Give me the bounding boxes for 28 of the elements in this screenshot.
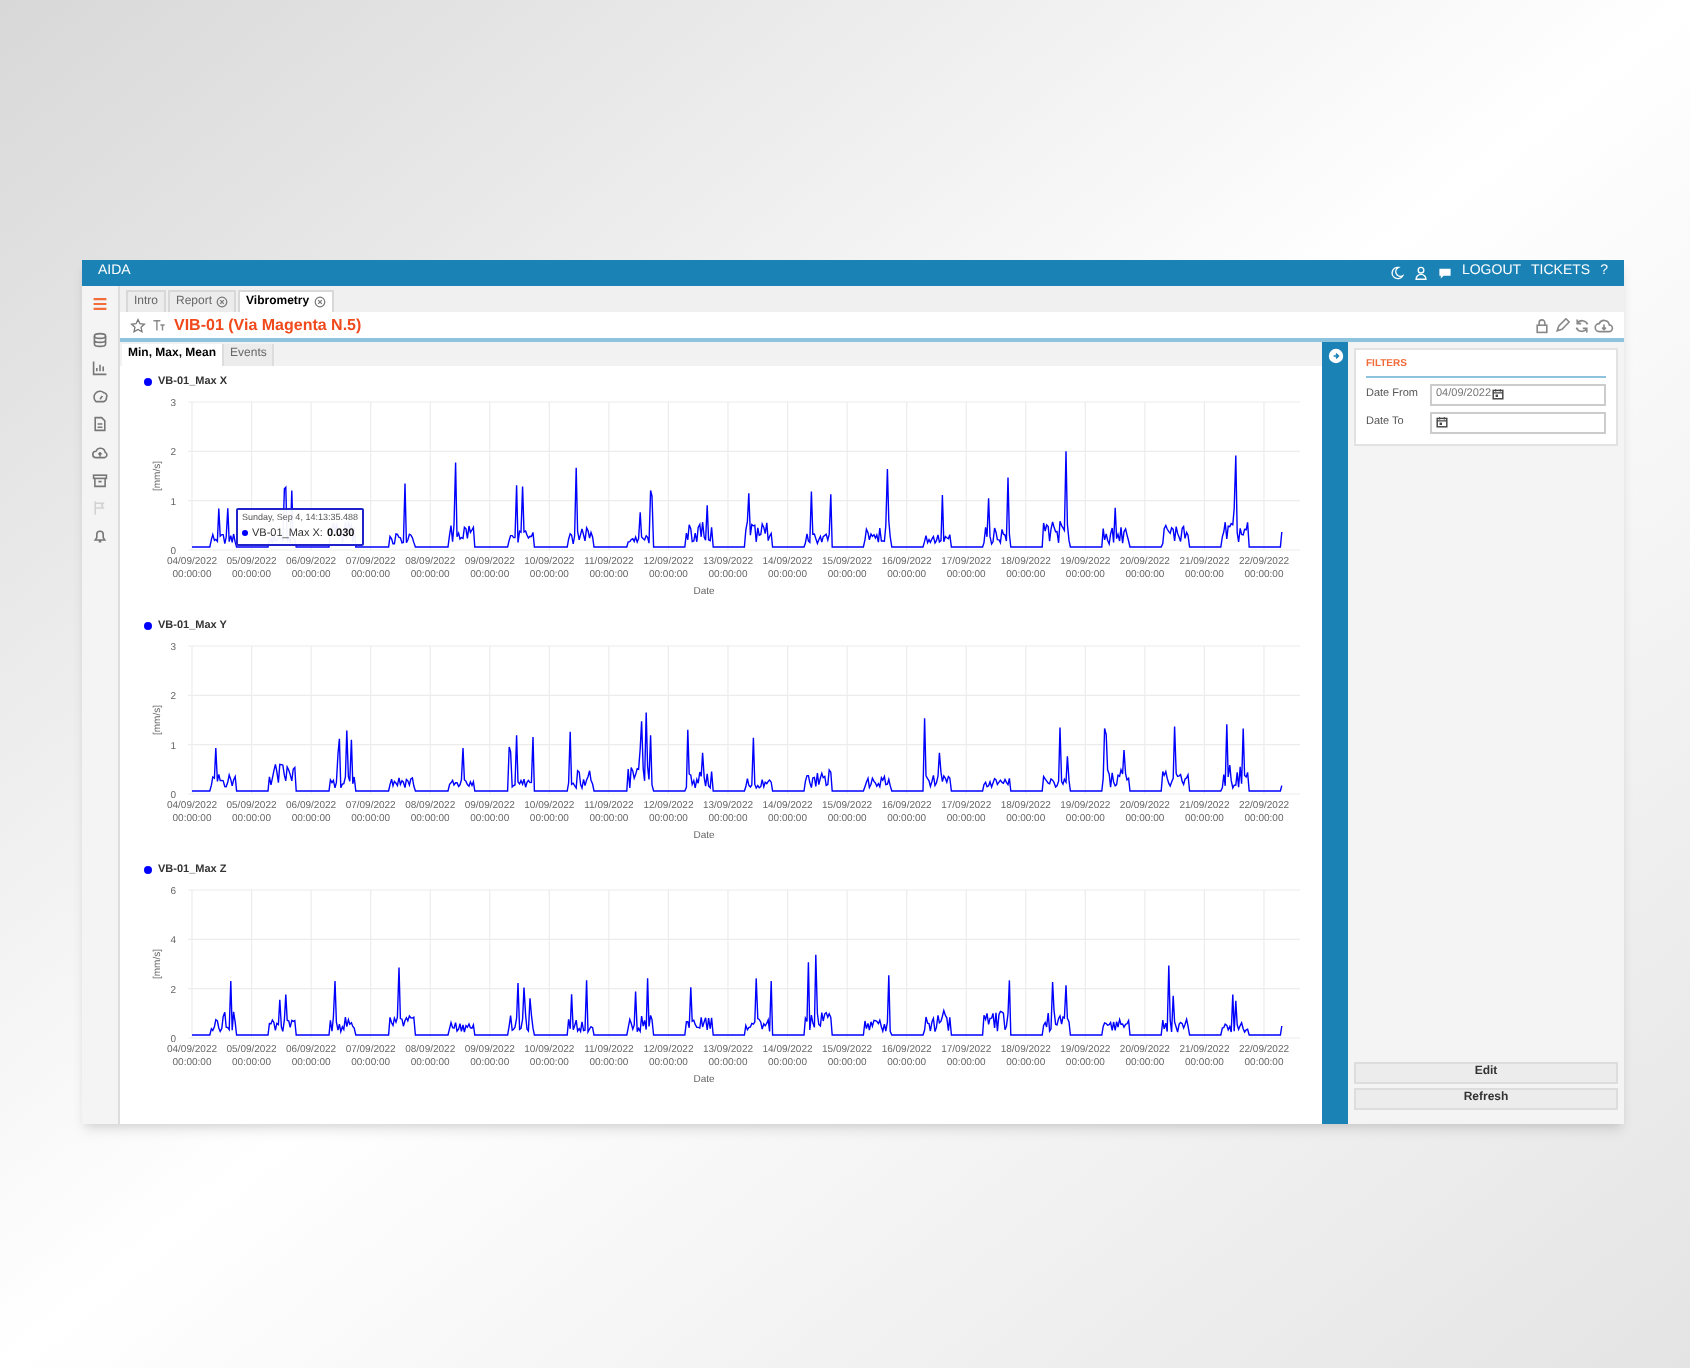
- calendar-icon[interactable]: [1491, 388, 1504, 400]
- legend-marker: [144, 622, 152, 630]
- page-title: VIB-01 (Via Magenta N.5): [174, 313, 362, 337]
- legend-marker: [144, 866, 152, 874]
- chat-icon[interactable]: [1437, 266, 1452, 280]
- document-icon[interactable]: [92, 416, 108, 432]
- lock-icon[interactable]: [1534, 317, 1550, 333]
- bell-icon[interactable]: [92, 528, 108, 544]
- close-icon[interactable]: [313, 296, 326, 308]
- archive-icon[interactable]: [92, 472, 108, 488]
- menu-icon[interactable]: [92, 296, 108, 312]
- legend-marker: [144, 378, 152, 386]
- star-icon[interactable]: [130, 317, 146, 333]
- text-size-icon[interactable]: [152, 318, 166, 332]
- date-field[interactable]: [1430, 411, 1606, 433]
- cloud-gauge-icon[interactable]: [92, 388, 108, 404]
- collapse-icon[interactable]: [1327, 348, 1343, 364]
- cloud-download-icon[interactable]: [1594, 317, 1614, 333]
- calendar-icon[interactable]: [1436, 416, 1448, 428]
- refresh-icon[interactable]: [1574, 317, 1590, 333]
- bar-chart-icon[interactable]: [92, 360, 108, 376]
- cloud-upload-icon[interactable]: [92, 444, 108, 460]
- tooltip-marker: [242, 530, 248, 537]
- moon-icon[interactable]: [1389, 266, 1404, 280]
- pencil-icon[interactable]: [1554, 317, 1570, 333]
- close-icon[interactable]: [216, 296, 229, 308]
- user-icon[interactable]: [1413, 266, 1428, 280]
- database-icon[interactable]: [92, 332, 108, 348]
